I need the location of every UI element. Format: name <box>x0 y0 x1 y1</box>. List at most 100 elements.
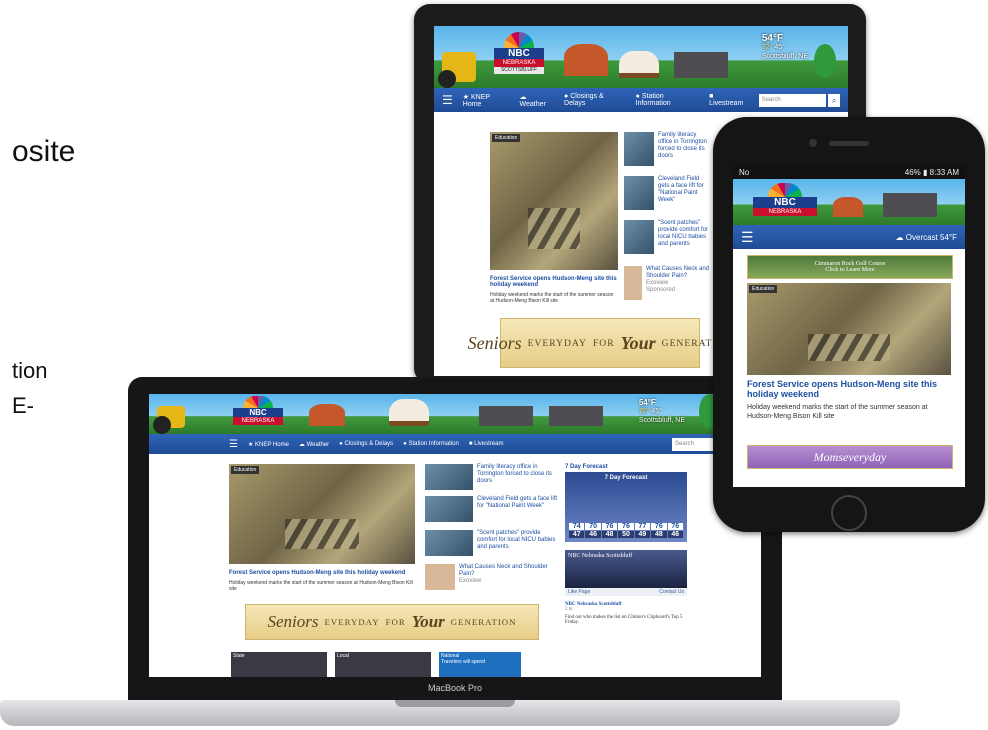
story-title: Cleveland Field gets a face lift for "Na… <box>658 176 704 203</box>
weather-high: 72° <box>761 44 773 51</box>
home-button[interactable] <box>831 495 867 531</box>
like-page-button[interactable]: Like Page <box>568 589 590 595</box>
laptop-model-label: MacBook Pro <box>427 683 483 693</box>
contact-us-button[interactable]: Contact Us <box>659 589 684 595</box>
nbc-nebraska-logo[interactable]: NBC NEBRASKA <box>233 396 283 434</box>
truck-illustration <box>549 406 603 426</box>
ad-word: GENERATION <box>450 617 517 627</box>
hero-headline[interactable]: Forest Service opens Hudson-Meng site th… <box>229 570 429 576</box>
hero-image[interactable]: Education <box>490 132 618 270</box>
tile-label: State <box>233 653 245 659</box>
tile-state[interactable]: State <box>231 652 327 677</box>
nav-livestream[interactable]: ■ Livestream <box>709 93 749 107</box>
tile-national[interactable]: National Travelers will spend <box>439 652 521 677</box>
story-item[interactable]: Cleveland Field gets a face lift for "Na… <box>425 496 559 522</box>
story-item[interactable]: Family literacy office in Torrington for… <box>425 464 559 490</box>
search-icon[interactable]: ⌕ <box>828 93 840 107</box>
forecast-low: 47 <box>569 531 585 538</box>
forecast-low: 50 <box>618 531 634 538</box>
category-tiles: State Local National Travelers will spend <box>231 652 521 677</box>
weather-temp: 54°F <box>638 398 656 407</box>
nav-home[interactable]: ★ KNEP Home <box>463 93 510 108</box>
ad-word: Your <box>620 332 656 353</box>
tile-label: Local <box>337 653 349 659</box>
ad-headline: Momseveryday <box>813 449 887 464</box>
hero-image[interactable]: Education <box>747 283 951 375</box>
slide-text-fragment-1: osite <box>12 135 76 168</box>
hero-headline[interactable]: Forest Service opens Hudson-Meng site th… <box>747 379 951 399</box>
logo-text: NBC <box>494 48 544 59</box>
hero-summary: Holiday weekend marks the start of the s… <box>747 404 928 420</box>
hero-category-tag: Education <box>492 134 521 142</box>
nav-weather[interactable]: ☁ Weather <box>299 441 329 448</box>
weather-widget[interactable]: 54°F 72° 45° Scottsbluff, NE <box>639 398 685 425</box>
nav-home-label: KNEP Home <box>255 441 289 448</box>
story-thumbnail <box>425 464 473 490</box>
search-input[interactable]: Search <box>758 93 827 107</box>
hero-image[interactable]: Education <box>229 464 415 564</box>
hero-category-tag: Education <box>749 285 778 293</box>
laptop-content: Education Forest Service opens Hudson-Me… <box>149 454 761 677</box>
ad-word: EVERYDAY <box>527 337 587 349</box>
forecast-high: 70 <box>585 523 601 530</box>
site-navbar: ☰ ★ KNEP Home ☁ Weather ● Closings & Del… <box>149 434 761 454</box>
nav-home-label: KNEP Home <box>462 93 490 108</box>
seniors-everyday-ad[interactable]: Seniors EVERYDAY FOR Your GENERATION <box>468 318 731 368</box>
weather-low: 45° <box>651 408 662 415</box>
forecast-high: 76 <box>667 523 683 530</box>
forecast-graphic[interactable]: 7 Day Forecast 74 70 76 76 77 76 76 47 4… <box>565 472 687 542</box>
nav-home[interactable]: ★ KNEP Home <box>248 441 289 448</box>
facebook-post[interactable]: NBC Nebraska Scottsbluff 2 hr Find out w… <box>565 602 687 625</box>
sponsored-source: Exoview <box>459 577 482 584</box>
forecast-high: 74 <box>569 523 585 530</box>
story-thumbnail <box>624 132 654 166</box>
tractor-illustration <box>153 406 185 434</box>
hamburger-menu-icon[interactable]: ☰ <box>229 439 238 450</box>
forecast-high: 77 <box>634 523 651 530</box>
story-thumbnail <box>624 220 654 254</box>
ad-cta: Click to Learn More <box>825 267 875 273</box>
story-item[interactable]: "Scent patches" provide comfort for loca… <box>425 530 559 556</box>
nav-closings[interactable]: ● Closings & Delays <box>564 93 626 107</box>
story-title: Family literacy office in Torrington for… <box>477 464 553 484</box>
hamburger-menu-icon[interactable]: ☰ <box>741 229 754 246</box>
nav-livestream[interactable]: ■ Livestream <box>469 441 504 447</box>
status-time: 8:33 AM <box>929 167 959 177</box>
seniors-everyday-ad[interactable]: Seniors EVERYDAY FOR Your GENERATION <box>245 604 539 640</box>
tile-local[interactable]: Local <box>335 652 431 677</box>
nbc-nebraska-logo[interactable]: NBC NEBRASKA <box>753 183 817 221</box>
sponsored-title: What Causes Neck and Shoulder Pain? <box>459 564 548 577</box>
story-item[interactable]: "Scent patches" provide comfort for loca… <box>624 220 712 254</box>
forecast-low: 48 <box>651 531 667 538</box>
carrier-label: No <box>739 167 750 177</box>
nbc-nebraska-logo[interactable]: NBC NEBRASKA SCOTTSBLUFF <box>494 32 544 74</box>
wagon-illustration <box>619 51 659 78</box>
story-thumbnail <box>624 176 654 210</box>
sponsored-item[interactable]: What Causes Neck and Shoulder Pain? Exovi… <box>425 564 559 590</box>
truck-illustration <box>883 193 937 217</box>
sponsored-title: What Causes Neck and Shoulder Pain? <box>646 266 710 279</box>
nav-livestream-label: Livestream <box>709 100 744 107</box>
momseveryday-ad[interactable]: Momseveryday <box>747 445 953 469</box>
nav-closings[interactable]: ● Closings & Delays <box>339 441 393 447</box>
story-item[interactable]: Family literacy office in Torrington for… <box>624 132 712 166</box>
hero-headline[interactable]: Forest Service opens Hudson-Meng site th… <box>490 276 618 288</box>
nav-weather[interactable]: ☁ Weather <box>520 93 555 108</box>
nav-station-label: Station Information <box>635 93 671 107</box>
nav-closings-label: Closings & Delays <box>344 441 394 447</box>
nav-station[interactable]: ● Station Information <box>403 441 459 447</box>
golf-course-ad[interactable]: Cimmaron Rock Golf Course Click to Learn… <box>747 255 953 279</box>
forecast-sidebar: 7 Day Forecast 7 Day Forecast 74 70 76 7… <box>565 464 687 625</box>
nav-station[interactable]: ● Station Information <box>636 93 700 107</box>
forecast-banner: 7 Day Forecast <box>604 475 648 481</box>
phone-weather[interactable]: ☁ Overcast 54°F <box>896 233 957 242</box>
facebook-page-banner[interactable]: NBC Nebraska Scottsbluff <box>565 550 687 588</box>
weather-widget[interactable]: 54°F 72° 45° Scottsbluff, NE <box>762 34 808 61</box>
story-item[interactable]: Cleveland Field gets a face lift for "Na… <box>624 176 712 210</box>
forecast-low: 49 <box>634 531 651 538</box>
hamburger-menu-icon[interactable]: ☰ <box>442 93 453 107</box>
ad-word: FOR <box>592 337 615 349</box>
hero-summary: Holiday weekend marks the start of the s… <box>490 292 614 304</box>
phone-screen: No 46% ▮ 8:33 AM NBC NEBRASKA ☰ ☁ Overca… <box>733 165 965 487</box>
ad-word: Seniors <box>467 332 522 353</box>
